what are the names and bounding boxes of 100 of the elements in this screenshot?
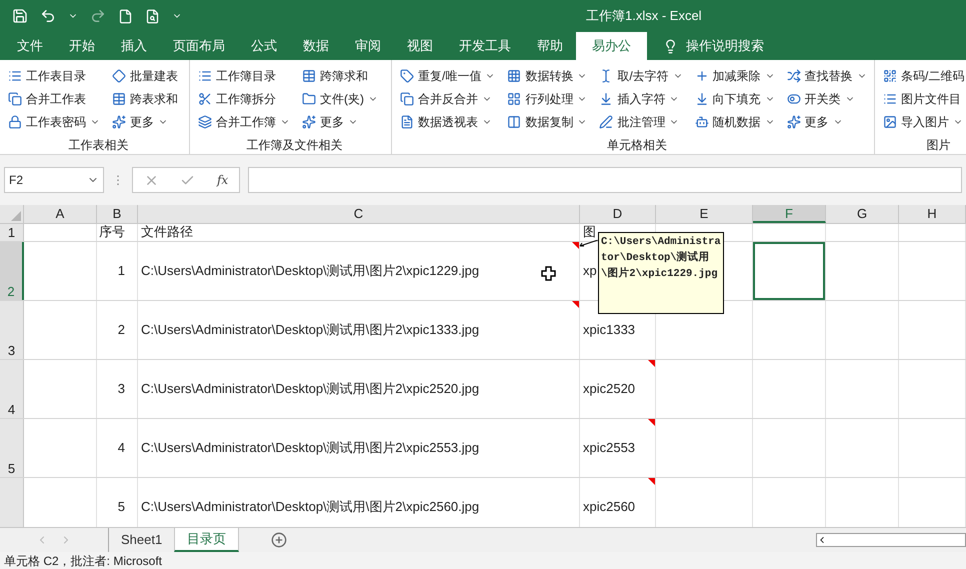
ribbon-button[interactable]: 图片文件目 — [883, 87, 966, 110]
layers-icon — [198, 114, 212, 128]
pen-icon — [599, 114, 614, 128]
ribbon-button[interactable]: 加减乘除 — [694, 64, 779, 87]
ribbon-tab[interactable]: 页面布局 — [160, 32, 238, 60]
ribbon-tab[interactable]: 开发工具 — [446, 32, 524, 60]
cell-text: 5 — [118, 498, 125, 516]
status-text: 单元格 C2，批注者: Microsoft — [4, 554, 162, 568]
ribbon-button[interactable]: 更多 — [112, 110, 182, 133]
ribbon-button[interactable]: 合并反合并 — [400, 87, 500, 110]
ribbon-button[interactable]: 查找替换 — [786, 64, 871, 87]
ribbon-button[interactable]: 开关类 — [786, 87, 871, 110]
ribbon-button[interactable]: 数据转换 — [507, 64, 592, 87]
horizontal-scrollbar[interactable] — [816, 533, 966, 547]
ribbon-button[interactable]: 批量建表 — [112, 64, 182, 87]
ribbon-button[interactable]: 更多 — [302, 110, 382, 133]
column-header[interactable]: B — [97, 205, 138, 223]
new-file-icon[interactable] — [118, 8, 133, 24]
table-cell: C:\Users\Administrator\Desktop\测试用\图片2\xpic2520.jpg — [138, 360, 580, 418]
group-label: 图片 — [926, 137, 952, 154]
copy-icon — [8, 92, 22, 106]
print-preview-icon[interactable] — [145, 8, 160, 24]
row-header[interactable]: 5 — [0, 419, 24, 477]
ribbon-button[interactable]: 工作表目录 — [8, 64, 104, 87]
tell-me-search[interactable]: 操作说明搜索 — [686, 32, 764, 60]
ribbon-button[interactable]: 批注管理 — [599, 110, 687, 133]
sparkle-icon — [302, 114, 316, 128]
cell-text: 文件路径 — [141, 222, 193, 240]
cell-text: 4 — [118, 439, 125, 458]
ribbon-button[interactable]: 行列处理 — [507, 87, 592, 110]
folder-icon — [302, 92, 316, 106]
ribbon-tab[interactable]: 易办公 — [576, 32, 647, 60]
ribbon-button[interactable]: 数据复制 — [507, 110, 592, 133]
ribbon-button[interactable]: 跨表求和 — [112, 87, 182, 110]
ribbon-tab[interactable]: 视图 — [394, 32, 446, 60]
ribbon-button[interactable]: 工作簿目录 — [198, 64, 294, 87]
column-header[interactable]: A — [24, 205, 97, 223]
name-box[interactable]: F2 — [4, 167, 104, 193]
ribbon-button[interactable]: 插入字符 — [599, 87, 687, 110]
column-header[interactable]: C — [138, 205, 580, 223]
qr-code-icon — [883, 68, 897, 82]
list-icon — [883, 92, 897, 106]
mouse-cursor-icon — [541, 266, 556, 281]
ribbon-tab[interactable]: 开始 — [56, 32, 108, 60]
list-icon — [198, 68, 212, 82]
insert-function-button[interactable]: fx — [216, 171, 228, 189]
ribbon-button[interactable]: 合并工作表 — [8, 87, 104, 110]
image-icon — [883, 114, 897, 128]
comment-leader-line — [578, 240, 598, 248]
ribbon-tab[interactable]: 帮助 — [524, 32, 576, 60]
sheet-tab[interactable]: Sheet1 — [109, 528, 174, 552]
column-header[interactable]: F — [753, 205, 826, 223]
ribbon-tab[interactable]: 审阅 — [342, 32, 394, 60]
grid-icon — [507, 68, 522, 82]
ribbon-button[interactable]: 重复/唯一值 — [400, 64, 500, 87]
ribbon-button[interactable]: 导入图片 — [883, 110, 966, 133]
ribbon-button[interactable]: 工作表密码 — [8, 110, 104, 133]
diamond-icon — [112, 68, 126, 82]
ribbon-button[interactable]: 更多 — [786, 110, 871, 133]
ribbon-tab[interactable]: 数据 — [290, 32, 342, 60]
tag-icon — [400, 68, 414, 82]
ribbon-tab[interactable]: 公式 — [238, 32, 290, 60]
column-header[interactable]: H — [899, 205, 966, 223]
group-label: 工作表相关 — [68, 137, 130, 154]
ribbon-button[interactable]: 工作簿拆分 — [198, 87, 294, 110]
arrow-down-icon — [694, 92, 709, 106]
columns-icon — [507, 114, 522, 128]
row-header[interactable]: 1 — [0, 224, 24, 241]
column-header[interactable]: D — [580, 205, 656, 223]
ribbon-button[interactable]: 随机数据 — [694, 110, 779, 133]
comment-box: C:\Users\Administrator\Desktop\测试用\图片2\xpic1229.jpg — [598, 232, 724, 314]
formula-input[interactable] — [248, 167, 962, 193]
table-cell: C:\Users\Administrator\Desktop\测试用\图片2\xpic1333.jpg — [138, 301, 580, 359]
save-icon[interactable] — [12, 8, 28, 24]
ribbon-button[interactable]: 向下填充 — [694, 87, 779, 110]
lightbulb-icon[interactable] — [663, 39, 678, 54]
sparkle-icon — [786, 114, 801, 128]
ribbon-tab[interactable]: 插入 — [108, 32, 160, 60]
group-label: 工作簿及文件相关 — [246, 137, 344, 154]
ribbon-button[interactable]: 数据透视表 — [400, 110, 500, 133]
ribbon-button[interactable]: 跨簿求和 — [302, 64, 382, 87]
column-header[interactable]: G — [826, 205, 899, 223]
cell-text: 2 — [118, 321, 125, 340]
cell-text: 1 — [118, 262, 125, 280]
ribbon-button[interactable]: 合并工作簿 — [198, 110, 294, 133]
row-header[interactable]: 4 — [0, 360, 24, 418]
cell-text: 序号 — [99, 222, 125, 240]
add-sheet-icon[interactable] — [271, 532, 288, 548]
undo-icon[interactable] — [40, 8, 56, 24]
grid-icon — [507, 92, 522, 106]
copy-icon — [400, 92, 414, 106]
row-header[interactable]: 3 — [0, 301, 24, 359]
ribbon-button[interactable]: 条码/二维码 — [883, 64, 966, 87]
cell-text: 图 — [583, 222, 596, 240]
ribbon-button[interactable]: 文件(夹) — [302, 87, 382, 110]
row-header[interactable]: 2 — [0, 242, 24, 300]
ribbon-button[interactable]: 取/去字符 — [599, 64, 687, 87]
sheet-tab[interactable]: 目录页 — [174, 528, 240, 552]
ribbon-tab[interactable]: 文件 — [4, 32, 56, 60]
window-title: 工作簿1.xlsx - Excel — [586, 7, 702, 26]
